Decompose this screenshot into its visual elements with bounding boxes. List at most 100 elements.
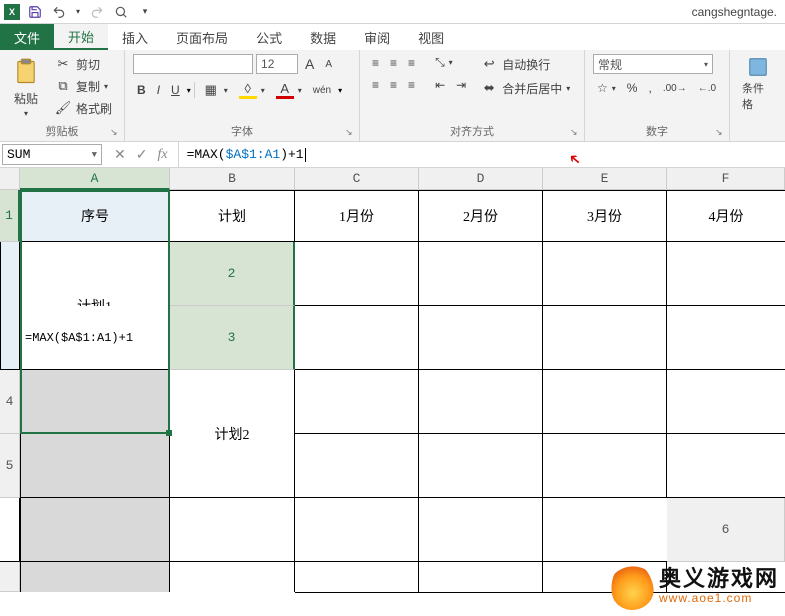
font-size-select[interactable] bbox=[256, 54, 298, 74]
cell-A1[interactable]: 序号 bbox=[20, 190, 170, 242]
undo-dropdown-icon[interactable]: ▾ bbox=[74, 3, 82, 21]
increase-indent-button[interactable]: ⇥ bbox=[452, 77, 470, 93]
chevron-down-icon[interactable]: ▼ bbox=[92, 150, 97, 160]
undo-icon[interactable] bbox=[50, 3, 68, 21]
cell-A2[interactable] bbox=[0, 242, 20, 370]
merge-center-button[interactable]: ⬌ 合并后居中 ▾ bbox=[476, 78, 574, 98]
shrink-font-button[interactable]: A bbox=[321, 58, 336, 71]
select-all-corner[interactable] bbox=[0, 168, 20, 190]
font-color-button[interactable]: A▾ bbox=[272, 80, 306, 100]
accounting-format-button[interactable]: ☆▾ bbox=[593, 80, 620, 96]
cut-button[interactable]: ✂ 剪切 bbox=[50, 54, 116, 74]
align-bottom-button[interactable]: ≡ bbox=[404, 55, 419, 71]
name-box[interactable]: SUM ▼ bbox=[2, 144, 102, 165]
cell-E3[interactable] bbox=[543, 306, 667, 370]
cell-C1[interactable]: 1月份 bbox=[295, 190, 419, 242]
col-header-C[interactable]: C bbox=[295, 168, 419, 190]
tab-page-layout[interactable]: 页面布局 bbox=[162, 24, 242, 50]
redo-icon[interactable] bbox=[88, 3, 106, 21]
align-top-button[interactable]: ≡ bbox=[368, 55, 383, 71]
cell-C5[interactable] bbox=[295, 434, 419, 498]
cell-F6[interactable] bbox=[667, 592, 785, 593]
paste-button[interactable]: 粘贴 ▾ bbox=[8, 54, 44, 120]
cell-D7[interactable] bbox=[0, 498, 20, 562]
tab-data[interactable]: 数据 bbox=[296, 24, 350, 50]
cell-E2[interactable] bbox=[543, 242, 667, 306]
cell-B6[interactable] bbox=[170, 498, 295, 562]
cell-F8[interactable] bbox=[667, 562, 785, 592]
col-header-A[interactable]: A bbox=[20, 168, 170, 190]
col-header-F[interactable]: F bbox=[667, 168, 785, 190]
align-right-button[interactable]: ≡ bbox=[404, 77, 419, 93]
decrease-decimal-button[interactable]: ←.0 bbox=[694, 82, 720, 95]
cell-C3[interactable] bbox=[295, 306, 419, 370]
decrease-indent-button[interactable]: ⇤ bbox=[431, 77, 449, 93]
cell-B4-B5[interactable]: 计划2 bbox=[170, 370, 295, 498]
cell-E7[interactable] bbox=[419, 498, 543, 562]
row-header-2[interactable]: 2 bbox=[170, 242, 295, 306]
fill-color-button[interactable]: ◊▾ bbox=[235, 80, 269, 100]
cell-C7[interactable] bbox=[295, 498, 419, 562]
cell-F2[interactable] bbox=[667, 242, 785, 306]
cell-F1[interactable]: 4月份 bbox=[667, 190, 785, 242]
row-header-4[interactable]: 4 bbox=[0, 370, 20, 434]
cell-E8[interactable] bbox=[543, 562, 667, 592]
alignment-dialog-launcher-icon[interactable]: ↘ bbox=[570, 127, 582, 139]
number-format-select[interactable]: 常规 ▾ bbox=[593, 54, 713, 74]
cell-C2[interactable] bbox=[295, 242, 419, 306]
tab-view[interactable]: 视图 bbox=[404, 24, 458, 50]
cell-E4[interactable] bbox=[543, 370, 667, 434]
row-header-6[interactable]: 6 bbox=[667, 498, 785, 562]
tab-formulas[interactable]: 公式 bbox=[242, 24, 296, 50]
wrap-text-button[interactable]: ↩ 自动换行 bbox=[476, 54, 574, 74]
cell-E5[interactable] bbox=[543, 434, 667, 498]
copy-button[interactable]: ⧉ 复制 ▾ bbox=[50, 76, 116, 96]
bold-button[interactable]: B bbox=[133, 82, 150, 98]
font-name-select[interactable] bbox=[133, 54, 253, 74]
formula-input[interactable]: =MAX($A$1:A1)+1 ➔ bbox=[179, 142, 785, 167]
tab-review[interactable]: 审阅 bbox=[350, 24, 404, 50]
cell-F7[interactable] bbox=[543, 498, 667, 562]
cell-B1[interactable]: 计划 bbox=[170, 190, 295, 242]
cell-F3[interactable] bbox=[667, 306, 785, 370]
cell-F4[interactable] bbox=[667, 370, 785, 434]
increase-decimal-button[interactable]: .00→ bbox=[659, 82, 691, 95]
cell-D4[interactable] bbox=[419, 370, 543, 434]
cell-D5[interactable] bbox=[419, 434, 543, 498]
chevron-down-icon[interactable]: ▾ bbox=[187, 86, 191, 95]
grow-font-button[interactable]: A bbox=[301, 55, 318, 73]
cell-F5[interactable] bbox=[667, 434, 785, 498]
cell-A7[interactable] bbox=[20, 562, 170, 592]
format-painter-button[interactable]: 🖌 格式刷 bbox=[50, 98, 116, 118]
font-dialog-launcher-icon[interactable]: ↘ bbox=[345, 127, 357, 139]
cell-B7[interactable] bbox=[170, 562, 295, 592]
enter-formula-button[interactable]: ✓ bbox=[136, 146, 148, 163]
cell-C8[interactable] bbox=[295, 562, 419, 592]
col-header-E[interactable]: E bbox=[543, 168, 667, 190]
col-header-D[interactable]: D bbox=[419, 168, 543, 190]
tab-file[interactable]: 文件 bbox=[0, 24, 54, 50]
cell-A5[interactable] bbox=[20, 434, 170, 498]
cell-D8[interactable] bbox=[419, 562, 543, 592]
insert-function-button[interactable]: fx bbox=[157, 147, 167, 163]
tab-home[interactable]: 开始 bbox=[54, 24, 108, 50]
col-header-B[interactable]: B bbox=[170, 168, 295, 190]
qat-customize-icon[interactable]: ▾ bbox=[136, 3, 154, 21]
number-dialog-launcher-icon[interactable]: ↘ bbox=[715, 127, 727, 139]
cell-D6[interactable] bbox=[419, 592, 543, 593]
cancel-formula-button[interactable]: ✕ bbox=[114, 146, 126, 163]
cell-D2[interactable] bbox=[419, 242, 543, 306]
cell-E1[interactable]: 3月份 bbox=[543, 190, 667, 242]
border-button[interactable]: ▦▾ bbox=[198, 80, 232, 100]
cell-A4[interactable] bbox=[20, 370, 170, 434]
cell-C4[interactable] bbox=[295, 370, 419, 434]
align-center-button[interactable]: ≡ bbox=[386, 77, 401, 93]
row-header-5[interactable]: 5 bbox=[0, 434, 20, 498]
underline-button[interactable]: U bbox=[167, 82, 184, 98]
row-header-1[interactable]: 1 bbox=[0, 190, 20, 242]
cell-C6[interactable] bbox=[295, 592, 419, 593]
align-left-button[interactable]: ≡ bbox=[368, 77, 383, 93]
conditional-formatting-button[interactable]: 条件格 bbox=[738, 54, 777, 114]
chevron-down-icon[interactable]: ▾ bbox=[338, 86, 342, 95]
percent-button[interactable]: % bbox=[623, 80, 642, 96]
